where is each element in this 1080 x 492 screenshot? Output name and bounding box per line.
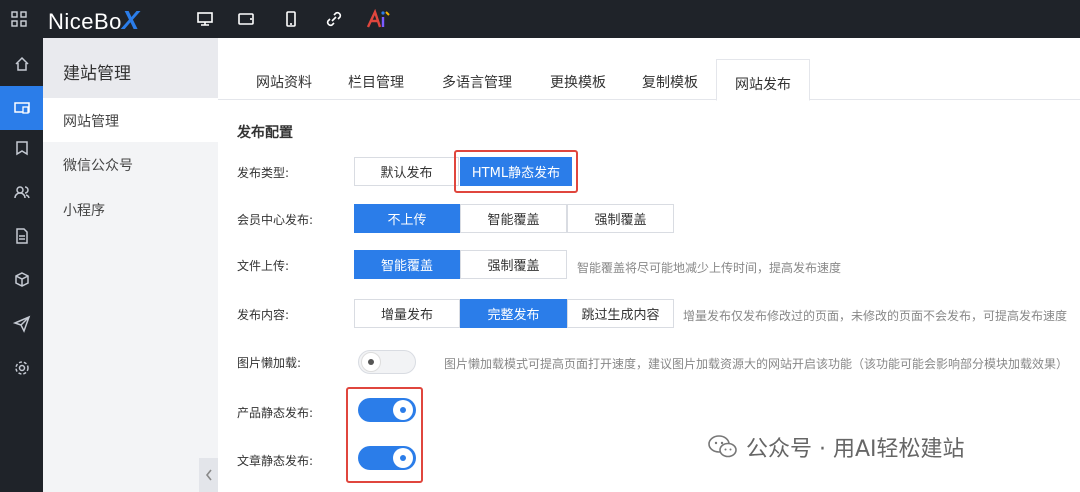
publish-content-incremental[interactable]: 增量发布 (354, 299, 460, 328)
member-center-smart[interactable]: 智能覆盖 (460, 204, 567, 233)
tab-languages[interactable]: 多语言管理 (422, 58, 532, 100)
nav-cube[interactable] (0, 258, 43, 302)
file-upload-label: 文件上传: (237, 259, 290, 273)
users-icon (13, 186, 30, 199)
toggle-knob (361, 352, 381, 372)
top-bar: NiceBoX (0, 0, 1080, 38)
link-icon[interactable] (324, 9, 344, 29)
file-upload-smart[interactable]: 智能覆盖 (354, 250, 460, 279)
app-logo[interactable]: NiceBoX (48, 5, 140, 36)
file-upload-hint: 智能覆盖将尽可能地减少上传时间，提高发布速度 (577, 261, 842, 275)
nav-document[interactable] (0, 214, 43, 258)
highlight-box (454, 150, 578, 193)
nav-users[interactable] (0, 170, 43, 214)
section-title: 发布配置 (237, 125, 293, 141)
desktop-icon[interactable] (195, 9, 215, 29)
main-nav-sidebar (0, 38, 43, 492)
sidebar-item-website-manage[interactable]: 网站管理 (43, 98, 218, 142)
publish-content-skip[interactable]: 跳过生成内容 (567, 299, 674, 328)
watermark: 公众号 · 用AI轻松建站 (708, 430, 965, 464)
member-center-no-upload[interactable]: 不上传 (354, 204, 460, 233)
tab-publish[interactable]: 网站发布 (716, 59, 810, 101)
home-icon (14, 56, 29, 71)
tab-columns[interactable]: 栏目管理 (330, 58, 422, 100)
wechat-icon (708, 435, 737, 458)
ai-logo-icon[interactable] (366, 9, 392, 29)
sidebar-item-wechat[interactable]: 微信公众号 (43, 142, 218, 186)
publish-type-default[interactable]: 默认发布 (354, 157, 459, 186)
sub-sidebar: 建站管理 网站管理 微信公众号 小程序 (43, 38, 218, 492)
nav-website[interactable] (0, 86, 43, 130)
document-icon (15, 228, 28, 244)
sidebar-item-miniprogram[interactable]: 小程序 (43, 187, 218, 231)
member-center-label: 会员中心发布: (237, 213, 314, 227)
article-static-label: 文章静态发布: (237, 454, 314, 468)
cube-icon (14, 272, 29, 287)
publish-content-hint: 增量发布仅发布修改过的页面，未修改的页面不会发布，可提高发布速度 (683, 309, 1068, 323)
chevron-left-icon (205, 469, 212, 481)
grid-icon[interactable] (10, 10, 28, 28)
send-icon (12, 315, 30, 333)
nav-send[interactable] (0, 302, 43, 346)
tab-site-info[interactable]: 网站资料 (238, 58, 330, 100)
publish-type-label: 发布类型: (237, 166, 290, 180)
tab-bar: 网站资料 栏目管理 多语言管理 更换模板 复制模板 网站发布 (218, 38, 1080, 101)
lazy-load-hint: 图片懒加载模式可提高页面打开速度，建议图片加载资源大的网站开启该功能（该功能可能… (444, 357, 1069, 371)
tab-change-template[interactable]: 更换模板 (532, 58, 624, 100)
nav-settings[interactable] (0, 346, 43, 390)
highlight-box (346, 387, 423, 483)
tab-copy-template[interactable]: 复制模板 (624, 58, 716, 100)
publish-content-label: 发布内容: (237, 308, 290, 322)
lazy-load-label: 图片懒加载: (237, 356, 302, 370)
tag-icon (15, 141, 28, 156)
collapse-sidebar-button[interactable] (199, 458, 218, 492)
nav-tag[interactable] (0, 126, 43, 170)
product-static-label: 产品静态发布: (237, 406, 314, 420)
website-icon (13, 102, 30, 114)
publish-content-full[interactable]: 完整发布 (460, 299, 567, 328)
member-center-force[interactable]: 强制覆盖 (567, 204, 674, 233)
file-upload-force[interactable]: 强制覆盖 (460, 250, 567, 279)
lazy-load-toggle[interactable] (358, 350, 416, 374)
mobile-icon[interactable] (281, 9, 301, 29)
sidebar-title: 建站管理 (43, 38, 218, 98)
tablet-icon[interactable] (236, 9, 256, 29)
settings-icon (14, 361, 29, 375)
nav-home[interactable] (0, 42, 43, 86)
